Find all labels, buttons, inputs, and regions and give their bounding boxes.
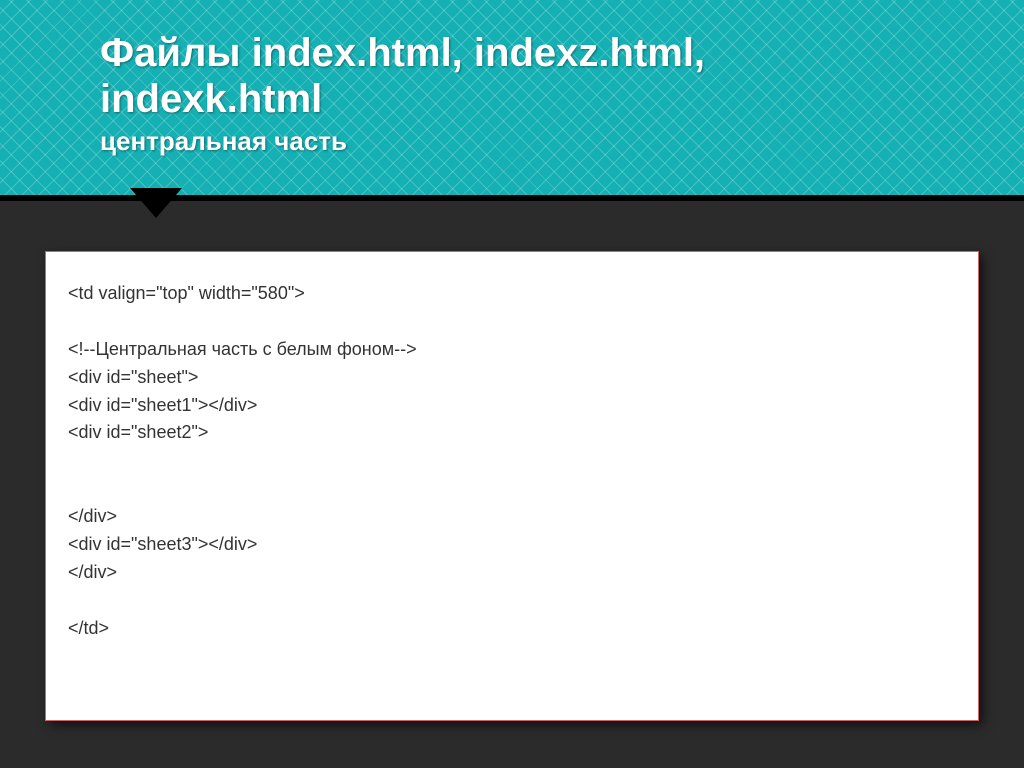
code-line: <div id="sheet3"></div>	[68, 531, 956, 559]
slide-header: Файлы index.html, indexz.html, indexk.ht…	[0, 0, 1024, 201]
code-line: <div id="sheet1"></div>	[68, 392, 956, 420]
code-line	[68, 447, 956, 475]
code-line: </div>	[68, 503, 956, 531]
slide-title: Файлы index.html, indexz.html, indexk.ht…	[100, 30, 964, 122]
code-block: <td valign="top" width="580"> <!--Центра…	[45, 251, 979, 721]
title-line-1: Файлы index.html, indexz.html,	[100, 31, 705, 75]
code-line	[68, 475, 956, 503]
code-line: <div id="sheet">	[68, 364, 956, 392]
title-line-2: indexk.html	[100, 77, 322, 121]
header-notch-icon	[130, 188, 182, 218]
code-line: <!--Центральная часть с белым фоном-->	[68, 336, 956, 364]
code-line	[68, 308, 956, 336]
code-line: </td>	[68, 615, 956, 643]
content-area: <td valign="top" width="580"> <!--Центра…	[0, 201, 1024, 721]
code-line: <div id="sheet2">	[68, 419, 956, 447]
code-line: <td valign="top" width="580">	[68, 280, 956, 308]
code-line	[68, 587, 956, 615]
code-line: </div>	[68, 559, 956, 587]
slide-subtitle: центральная часть	[100, 126, 964, 157]
